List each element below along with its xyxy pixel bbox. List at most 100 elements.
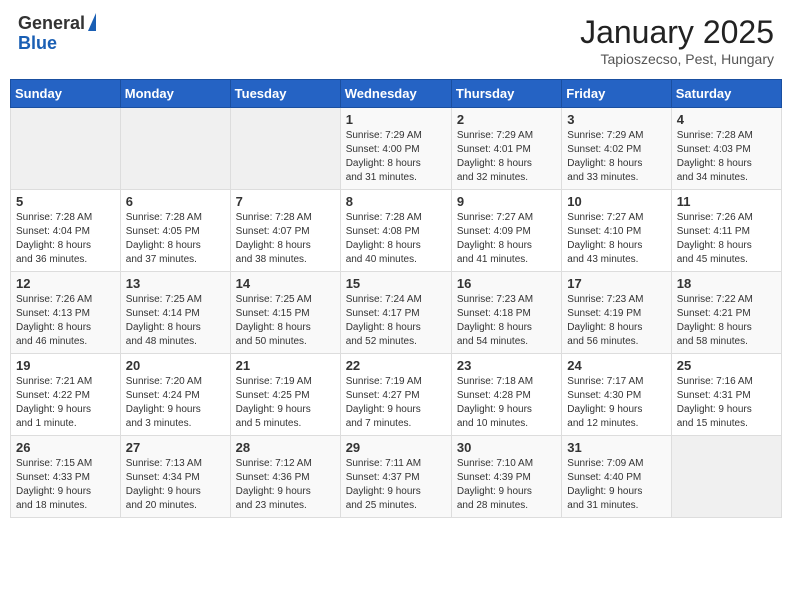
day-content: Sunrise: 7:28 AMSunset: 4:05 PMDaylight:… [126, 211, 225, 267]
calendar-week-row: 1 Sunrise: 7:29 AMSunset: 4:00 PMDaylight… [11, 108, 782, 190]
day-content: Sunrise: 7:29 AMSunset: 4:02 PMDaylight:… [567, 129, 665, 185]
day-number: 5 [16, 194, 115, 209]
day-number: 8 [346, 194, 446, 209]
day-number: 29 [346, 440, 446, 455]
logo: General Blue [18, 14, 96, 54]
calendar-cell: 19 Sunrise: 7:21 AMSunset: 4:22 PMDayligh… [11, 354, 121, 436]
day-number: 11 [677, 194, 776, 209]
calendar-week-row: 26Sunrise: 7:15 AMSunset: 4:33 PMDayligh… [11, 436, 782, 518]
weekday-header-tuesday: Tuesday [230, 80, 340, 108]
calendar-cell: 7 Sunrise: 7:28 AMSunset: 4:07 PMDaylight… [230, 190, 340, 272]
day-number: 20 [126, 358, 225, 373]
day-number: 22 [346, 358, 446, 373]
day-number: 10 [567, 194, 665, 209]
calendar-cell: 24 Sunrise: 7:17 AMSunset: 4:30 PMDayligh… [562, 354, 671, 436]
calendar-cell: 1 Sunrise: 7:29 AMSunset: 4:00 PMDaylight… [340, 108, 451, 190]
day-number: 13 [126, 276, 225, 291]
calendar-week-row: 19 Sunrise: 7:21 AMSunset: 4:22 PMDayligh… [11, 354, 782, 436]
logo-triangle-icon [88, 13, 96, 31]
weekday-header-thursday: Thursday [451, 80, 561, 108]
day-content: Sunrise: 7:17 AMSunset: 4:30 PMDaylight:… [567, 375, 665, 431]
day-content: Sunrise: 7:09 AMSunset: 4:40 PMDaylight:… [567, 457, 665, 513]
calendar-cell [671, 436, 781, 518]
day-content: Sunrise: 7:19 AMSunset: 4:27 PMDaylight:… [346, 375, 446, 431]
day-number: 9 [457, 194, 556, 209]
logo-text: General Blue [18, 14, 96, 54]
day-number: 18 [677, 276, 776, 291]
calendar-cell: 14 Sunrise: 7:25 AMSunset: 4:15 PMDayligh… [230, 272, 340, 354]
calendar-cell: 5 Sunrise: 7:28 AMSunset: 4:04 PMDaylight… [11, 190, 121, 272]
day-number: 25 [677, 358, 776, 373]
logo-blue: Blue [18, 34, 96, 54]
day-number: 2 [457, 112, 556, 127]
day-content: Sunrise: 7:19 AMSunset: 4:25 PMDaylight:… [236, 375, 335, 431]
day-number: 16 [457, 276, 556, 291]
day-content: Sunrise: 7:26 AMSunset: 4:13 PMDaylight:… [16, 293, 115, 349]
weekday-header-friday: Friday [562, 80, 671, 108]
day-number: 1 [346, 112, 446, 127]
day-content: Sunrise: 7:25 AMSunset: 4:15 PMDaylight:… [236, 293, 335, 349]
calendar-cell: 13 Sunrise: 7:25 AMSunset: 4:14 PMDayligh… [120, 272, 230, 354]
day-number: 19 [16, 358, 115, 373]
calendar-cell: 17Sunrise: 7:23 AMSunset: 4:19 PMDayligh… [562, 272, 671, 354]
day-content: Sunrise: 7:25 AMSunset: 4:14 PMDaylight:… [126, 293, 225, 349]
calendar-week-row: 12Sunrise: 7:26 AMSunset: 4:13 PMDayligh… [11, 272, 782, 354]
calendar-cell: 30Sunrise: 7:10 AMSunset: 4:39 PMDayligh… [451, 436, 561, 518]
weekday-header-row: SundayMondayTuesdayWednesdayThursdayFrid… [11, 80, 782, 108]
day-number: 28 [236, 440, 335, 455]
logo-general: General [18, 14, 85, 34]
title-area: January 2025 Tapioszecso, Pest, Hungary [580, 14, 774, 67]
calendar-cell: 2 Sunrise: 7:29 AMSunset: 4:01 PMDaylight… [451, 108, 561, 190]
day-content: Sunrise: 7:27 AMSunset: 4:09 PMDaylight:… [457, 211, 556, 267]
day-number: 24 [567, 358, 665, 373]
day-number: 4 [677, 112, 776, 127]
day-content: Sunrise: 7:12 AMSunset: 4:36 PMDaylight:… [236, 457, 335, 513]
calendar-cell: 15Sunrise: 7:24 AMSunset: 4:17 PMDayligh… [340, 272, 451, 354]
day-number: 14 [236, 276, 335, 291]
day-number: 7 [236, 194, 335, 209]
day-content: Sunrise: 7:20 AMSunset: 4:24 PMDaylight:… [126, 375, 225, 431]
calendar-cell: 12Sunrise: 7:26 AMSunset: 4:13 PMDayligh… [11, 272, 121, 354]
day-content: Sunrise: 7:23 AMSunset: 4:18 PMDaylight:… [457, 293, 556, 349]
day-number: 6 [126, 194, 225, 209]
day-number: 23 [457, 358, 556, 373]
day-content: Sunrise: 7:28 AMSunset: 4:08 PMDaylight:… [346, 211, 446, 267]
day-content: Sunrise: 7:21 AMSunset: 4:22 PMDaylight:… [16, 375, 115, 431]
weekday-header-wednesday: Wednesday [340, 80, 451, 108]
day-number: 31 [567, 440, 665, 455]
calendar-cell: 10Sunrise: 7:27 AMSunset: 4:10 PMDayligh… [562, 190, 671, 272]
calendar-week-row: 5 Sunrise: 7:28 AMSunset: 4:04 PMDaylight… [11, 190, 782, 272]
calendar-cell: 16 Sunrise: 7:23 AMSunset: 4:18 PMDayligh… [451, 272, 561, 354]
day-number: 30 [457, 440, 556, 455]
day-number: 21 [236, 358, 335, 373]
calendar-cell: 3Sunrise: 7:29 AMSunset: 4:02 PMDaylight… [562, 108, 671, 190]
day-number: 27 [126, 440, 225, 455]
day-content: Sunrise: 7:23 AMSunset: 4:19 PMDaylight:… [567, 293, 665, 349]
month-title: January 2025 [580, 14, 774, 51]
calendar-cell: 31 Sunrise: 7:09 AMSunset: 4:40 PMDayligh… [562, 436, 671, 518]
day-content: Sunrise: 7:16 AMSunset: 4:31 PMDaylight:… [677, 375, 776, 431]
day-content: Sunrise: 7:18 AMSunset: 4:28 PMDaylight:… [457, 375, 556, 431]
day-content: Sunrise: 7:29 AMSunset: 4:01 PMDaylight:… [457, 129, 556, 185]
calendar-cell: 22 Sunrise: 7:19 AMSunset: 4:27 PMDayligh… [340, 354, 451, 436]
day-content: Sunrise: 7:13 AMSunset: 4:34 PMDaylight:… [126, 457, 225, 513]
calendar-cell: 8 Sunrise: 7:28 AMSunset: 4:08 PMDaylight… [340, 190, 451, 272]
day-number: 26 [16, 440, 115, 455]
day-content: Sunrise: 7:28 AMSunset: 4:07 PMDaylight:… [236, 211, 335, 267]
day-content: Sunrise: 7:26 AMSunset: 4:11 PMDaylight:… [677, 211, 776, 267]
day-content: Sunrise: 7:24 AMSunset: 4:17 PMDaylight:… [346, 293, 446, 349]
calendar-cell: 20 Sunrise: 7:20 AMSunset: 4:24 PMDayligh… [120, 354, 230, 436]
calendar-cell: 27 Sunrise: 7:13 AMSunset: 4:34 PMDayligh… [120, 436, 230, 518]
location-subtitle: Tapioszecso, Pest, Hungary [580, 51, 774, 67]
calendar-cell: 4Sunrise: 7:28 AMSunset: 4:03 PMDaylight… [671, 108, 781, 190]
calendar-cell: 26Sunrise: 7:15 AMSunset: 4:33 PMDayligh… [11, 436, 121, 518]
calendar-cell: 9 Sunrise: 7:27 AMSunset: 4:09 PMDaylight… [451, 190, 561, 272]
weekday-header-saturday: Saturday [671, 80, 781, 108]
weekday-header-sunday: Sunday [11, 80, 121, 108]
calendar-cell [11, 108, 121, 190]
day-content: Sunrise: 7:11 AMSunset: 4:37 PMDaylight:… [346, 457, 446, 513]
day-content: Sunrise: 7:29 AMSunset: 4:00 PMDaylight:… [346, 129, 446, 185]
calendar-cell: 6 Sunrise: 7:28 AMSunset: 4:05 PMDaylight… [120, 190, 230, 272]
day-content: Sunrise: 7:28 AMSunset: 4:04 PMDaylight:… [16, 211, 115, 267]
calendar-cell: 29 Sunrise: 7:11 AMSunset: 4:37 PMDayligh… [340, 436, 451, 518]
